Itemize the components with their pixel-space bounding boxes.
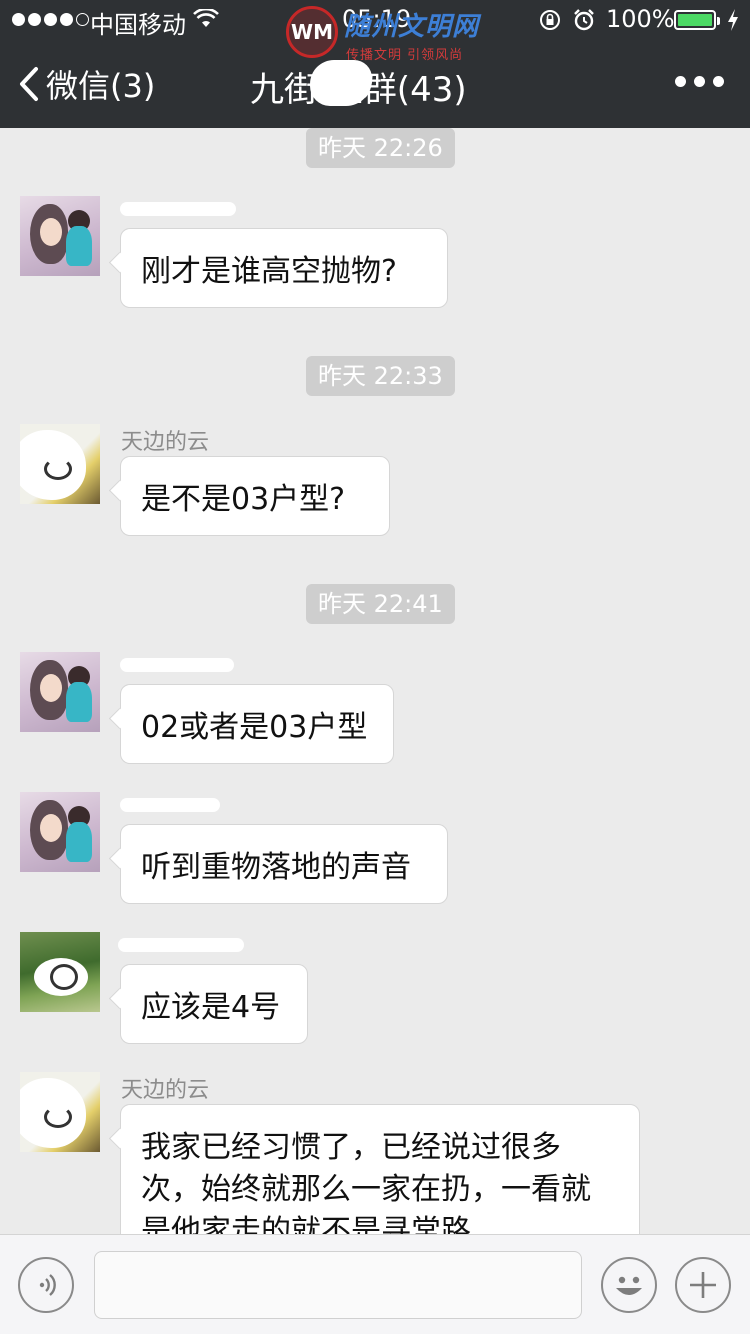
message-bubble[interactable]: 应该是4号 <box>120 964 308 1044</box>
sender-name: 天边的云 <box>121 1078 210 1103</box>
avatar[interactable] <box>20 424 100 504</box>
rotation-lock-icon <box>540 10 560 30</box>
avatar[interactable] <box>20 1072 100 1152</box>
battery-icon <box>674 10 720 30</box>
timestamp: 昨天 22:33 <box>306 356 455 396</box>
plus-icon <box>690 1272 716 1298</box>
battery-fill <box>678 14 712 26</box>
battery-percent: 100% <box>606 5 675 33</box>
nav-bar: 微信(3) 九街 座群(43) <box>0 44 750 128</box>
redaction-mark <box>118 938 244 952</box>
watermark-title: 随州文明网 <box>344 12 480 42</box>
avatar[interactable] <box>20 932 100 1012</box>
avatar[interactable] <box>20 792 100 872</box>
more-functions-button[interactable] <box>675 1257 731 1313</box>
timestamp: 昨天 22:26 <box>306 128 455 168</box>
voice-button[interactable] <box>18 1257 74 1313</box>
avatar[interactable] <box>20 196 100 276</box>
chevron-left-icon <box>20 67 38 101</box>
emoji-button[interactable] <box>601 1257 657 1313</box>
alarm-icon <box>574 9 594 31</box>
message-bubble[interactable]: 是不是03户型? <box>120 456 390 536</box>
redaction-mark <box>120 658 234 672</box>
message-bubble[interactable]: 我家已经习惯了，已经说过很多次，始终就那么一家在扔，一看就是他家走的就不是寻常路 <box>120 1104 640 1234</box>
chat-history[interactable]: 昨天 22:26 刚才是谁高空抛物? 昨天 22:33 天边的云 是不是03户型… <box>0 128 750 1234</box>
carrier-label: 中国移动 <box>90 11 186 39</box>
back-label: 微信(3) <box>46 67 156 105</box>
avatar[interactable] <box>20 652 100 732</box>
top-bar: 中国移动 05:19 100% WM 随州文明网 传播文明 引领风尚 微信(3)… <box>0 0 750 128</box>
wifi-icon <box>193 9 219 27</box>
message-bubble[interactable]: 听到重物落地的声音 <box>120 824 448 904</box>
input-bar <box>0 1234 750 1334</box>
message-input[interactable] <box>94 1251 582 1319</box>
back-button[interactable]: 微信(3) <box>18 62 155 106</box>
emoji-icon <box>616 1276 642 1295</box>
chat-title: 九街 座群(43) <box>250 70 467 110</box>
redaction-mark <box>120 798 220 812</box>
timestamp: 昨天 22:41 <box>306 584 455 624</box>
charging-icon <box>728 9 738 31</box>
message-bubble[interactable]: 刚才是谁高空抛物? <box>120 228 448 308</box>
voice-icon <box>39 1274 56 1296</box>
redaction-mark <box>120 202 236 216</box>
redaction-mark <box>310 60 372 106</box>
more-options-button[interactable] <box>675 76 724 87</box>
sender-name: 天边的云 <box>121 430 210 455</box>
message-bubble[interactable]: 02或者是03户型 <box>120 684 394 764</box>
signal-strength-icon <box>12 13 89 26</box>
